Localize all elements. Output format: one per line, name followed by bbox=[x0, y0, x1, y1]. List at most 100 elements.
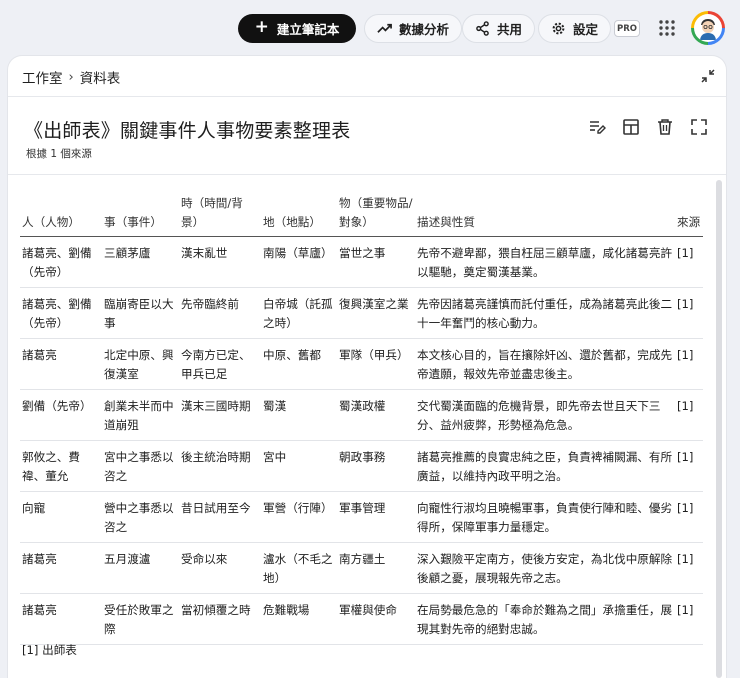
gear-icon bbox=[552, 22, 565, 35]
fullscreen-icon[interactable] bbox=[690, 118, 708, 136]
table-row: 諸葛亮 北定中原、興復漢室 今南方已定、甲兵已足 中原、舊都 軍隊（甲兵） 本文… bbox=[20, 338, 703, 390]
cell-event: 北定中原、興復漢室 bbox=[102, 338, 179, 390]
cell-time: 今南方已定、甲兵已足 bbox=[179, 338, 261, 390]
settings-label: 設定 bbox=[573, 22, 599, 37]
header-source: 來源 bbox=[675, 188, 703, 237]
cell-object: 軍權與使命 bbox=[337, 593, 415, 645]
cell-description: 深入艱險平定南方，使後方安定，為北伐中原解除後顧之憂，展現報先帝之志。 bbox=[415, 542, 675, 594]
cell-person: 諸葛亮、劉備（先帝） bbox=[20, 287, 102, 339]
cell-place: 白帝城（託孤之時） bbox=[261, 287, 337, 339]
scrollbar-thumb[interactable] bbox=[716, 180, 722, 678]
cell-object: 當世之事 bbox=[337, 236, 415, 288]
cell-object: 復興漢室之業 bbox=[337, 287, 415, 339]
cell-person: 諸葛亮 bbox=[20, 338, 102, 390]
cell-place: 軍營（行陣） bbox=[261, 491, 337, 543]
header-event: 事（事件） bbox=[102, 188, 179, 237]
cell-object: 軍隊（甲兵） bbox=[337, 338, 415, 390]
cell-time: 漢末亂世 bbox=[179, 236, 261, 288]
cell-event: 創業未半而中道崩殂 bbox=[102, 389, 179, 441]
cell-object: 朝政事務 bbox=[337, 440, 415, 492]
source-citation[interactable]: [1] bbox=[675, 236, 703, 288]
share-button[interactable]: 共用 bbox=[462, 14, 536, 43]
table-row: 郭攸之、費禕、董允 宮中之事悉以咨之 後主統治時期 宮中 朝政事務 諸葛亮推薦的… bbox=[20, 440, 703, 492]
cell-time: 漢末三國時期 bbox=[179, 389, 261, 441]
cell-event: 臨崩寄臣以大事 bbox=[102, 287, 179, 339]
trash-icon[interactable] bbox=[656, 118, 674, 136]
cell-description: 先帝不避卑鄙，猥自枉屈三顧草廬，咸化諸葛亮許以驅馳，奠定蜀漢基業。 bbox=[415, 236, 675, 288]
chevron-right-icon: › bbox=[68, 69, 74, 85]
person-face-icon bbox=[700, 19, 716, 40]
avatar-image bbox=[694, 14, 722, 42]
create-notebook-label: 建立筆記本 bbox=[276, 22, 340, 37]
cell-time: 先帝臨終前 bbox=[179, 287, 261, 339]
collapse-icon[interactable] bbox=[700, 68, 716, 84]
vertical-scrollbar[interactable] bbox=[716, 180, 722, 678]
header-object: 物（重要物品/對象） bbox=[337, 188, 415, 237]
cell-place: 危難戰場 bbox=[261, 593, 337, 645]
source-citation[interactable]: [1] bbox=[675, 542, 703, 594]
cell-description: 交代蜀漢面臨的危機背景，即先帝去世且天下三分、益州疲弊，形勢極為危急。 bbox=[415, 389, 675, 441]
source-citation[interactable]: [1] bbox=[675, 491, 703, 543]
apps-grid-icon[interactable] bbox=[658, 19, 676, 37]
table-container: 人（人物） 事（事件） 時（時間/背景） 地（地點） 物（重要物品/對象） 描述… bbox=[20, 188, 703, 645]
trending-up-icon bbox=[377, 23, 392, 33]
cell-description: 諸葛亮推薦的良實忠純之臣，負責裨補闕漏、有所廣益，以維持內政平明之治。 bbox=[415, 440, 675, 492]
header-divider bbox=[8, 96, 726, 97]
cell-description: 在局勢最危急的「奉命於難為之間」承擔重任，展現其對先帝的絕對忠誠。 bbox=[415, 593, 675, 645]
cell-place: 蜀漢 bbox=[261, 389, 337, 441]
table-row: 諸葛亮 五月渡瀘 受命以來 瀘水（不毛之地） 南方疆土 深入艱險平定南方，使後方… bbox=[20, 542, 703, 594]
table-toolbar bbox=[588, 118, 708, 136]
create-notebook-button[interactable]: + 建立筆記本 bbox=[238, 14, 356, 43]
data-table-panel: 工作室 › 資料表 《出師表》關鍵事件人事物要素整理表 根據 1 個來源 人（人… bbox=[8, 56, 726, 678]
header-person: 人（人物） bbox=[20, 188, 102, 237]
cell-person: 諸葛亮 bbox=[20, 593, 102, 645]
cell-description: 向寵性行淑均且曉暢軍事，負責使行陣和睦、優劣得所，保障軍事力量穩定。 bbox=[415, 491, 675, 543]
source-footnote[interactable]: [1] 出師表 bbox=[22, 642, 77, 658]
source-count: 根據 1 個來源 bbox=[26, 148, 92, 160]
cell-person: 向寵 bbox=[20, 491, 102, 543]
cell-time: 後主統治時期 bbox=[179, 440, 261, 492]
cell-object: 南方疆土 bbox=[337, 542, 415, 594]
source-citation[interactable]: [1] bbox=[675, 593, 703, 645]
cell-place: 中原、舊都 bbox=[261, 338, 337, 390]
table-row: 向寵 營中之事悉以咨之 昔日試用至今 軍營（行陣） 軍事管理 向寵性行淑均且曉暢… bbox=[20, 491, 703, 543]
header-time: 時（時間/背景） bbox=[179, 188, 261, 237]
cell-event: 受任於敗軍之際 bbox=[102, 593, 179, 645]
source-citation[interactable]: [1] bbox=[675, 287, 703, 339]
pro-badge: PRO bbox=[614, 20, 640, 37]
breadcrumb-current: 資料表 bbox=[79, 71, 121, 87]
cell-place: 宮中 bbox=[261, 440, 337, 492]
source-citation[interactable]: [1] bbox=[675, 389, 703, 441]
table-row: 諸葛亮、劉備（先帝） 三顧茅廬 漢末亂世 南陽（草廬） 當世之事 先帝不避卑鄙，… bbox=[20, 236, 703, 288]
cell-event: 三顧茅廬 bbox=[102, 236, 179, 288]
cell-time: 昔日試用至今 bbox=[179, 491, 261, 543]
cell-event: 五月渡瀘 bbox=[102, 542, 179, 594]
share-icon bbox=[476, 21, 489, 36]
top-bar: + 建立筆記本 數據分析 共用 設定 PRO bbox=[0, 0, 740, 56]
settings-button[interactable]: 設定 bbox=[538, 14, 612, 43]
cell-person: 諸葛亮 bbox=[20, 542, 102, 594]
cell-person: 郭攸之、費禕、董允 bbox=[20, 440, 102, 492]
cell-object: 蜀漢政權 bbox=[337, 389, 415, 441]
edit-note-icon[interactable] bbox=[588, 118, 606, 136]
avatar[interactable] bbox=[691, 11, 725, 45]
breadcrumb-studio[interactable]: 工作室 bbox=[22, 67, 63, 87]
table-row: 劉備（先帝） 創業未半而中道崩殂 漢末三國時期 蜀漢 蜀漢政權 交代蜀漢面臨的危… bbox=[20, 389, 703, 441]
cell-event: 宮中之事悉以咨之 bbox=[102, 440, 179, 492]
cell-time: 受命以來 bbox=[179, 542, 261, 594]
cell-description: 先帝因諸葛亮謹慎而託付重任，成為諸葛亮此後二十一年奮鬥的核心動力。 bbox=[415, 287, 675, 339]
breadcrumb: 工作室 › 資料表 bbox=[22, 67, 121, 88]
analytics-button[interactable]: 數據分析 bbox=[364, 14, 463, 43]
analytics-label: 數據分析 bbox=[399, 22, 450, 37]
page-title: 《出師表》關鍵事件人事物要素整理表 bbox=[24, 120, 351, 142]
cell-person: 諸葛亮、劉備（先帝） bbox=[20, 236, 102, 288]
cell-time: 當初傾覆之時 bbox=[179, 593, 261, 645]
table-header-row: 人（人物） 事（事件） 時（時間/背景） 地（地點） 物（重要物品/對象） 描述… bbox=[20, 188, 703, 237]
share-label: 共用 bbox=[497, 22, 523, 37]
header-place: 地（地點） bbox=[261, 188, 337, 237]
table-view-icon[interactable] bbox=[622, 118, 640, 136]
source-citation[interactable]: [1] bbox=[675, 440, 703, 492]
title-divider bbox=[8, 174, 726, 175]
table-row: 諸葛亮、劉備（先帝） 臨崩寄臣以大事 先帝臨終前 白帝城（託孤之時） 復興漢室之… bbox=[20, 287, 703, 339]
source-citation[interactable]: [1] bbox=[675, 338, 703, 390]
